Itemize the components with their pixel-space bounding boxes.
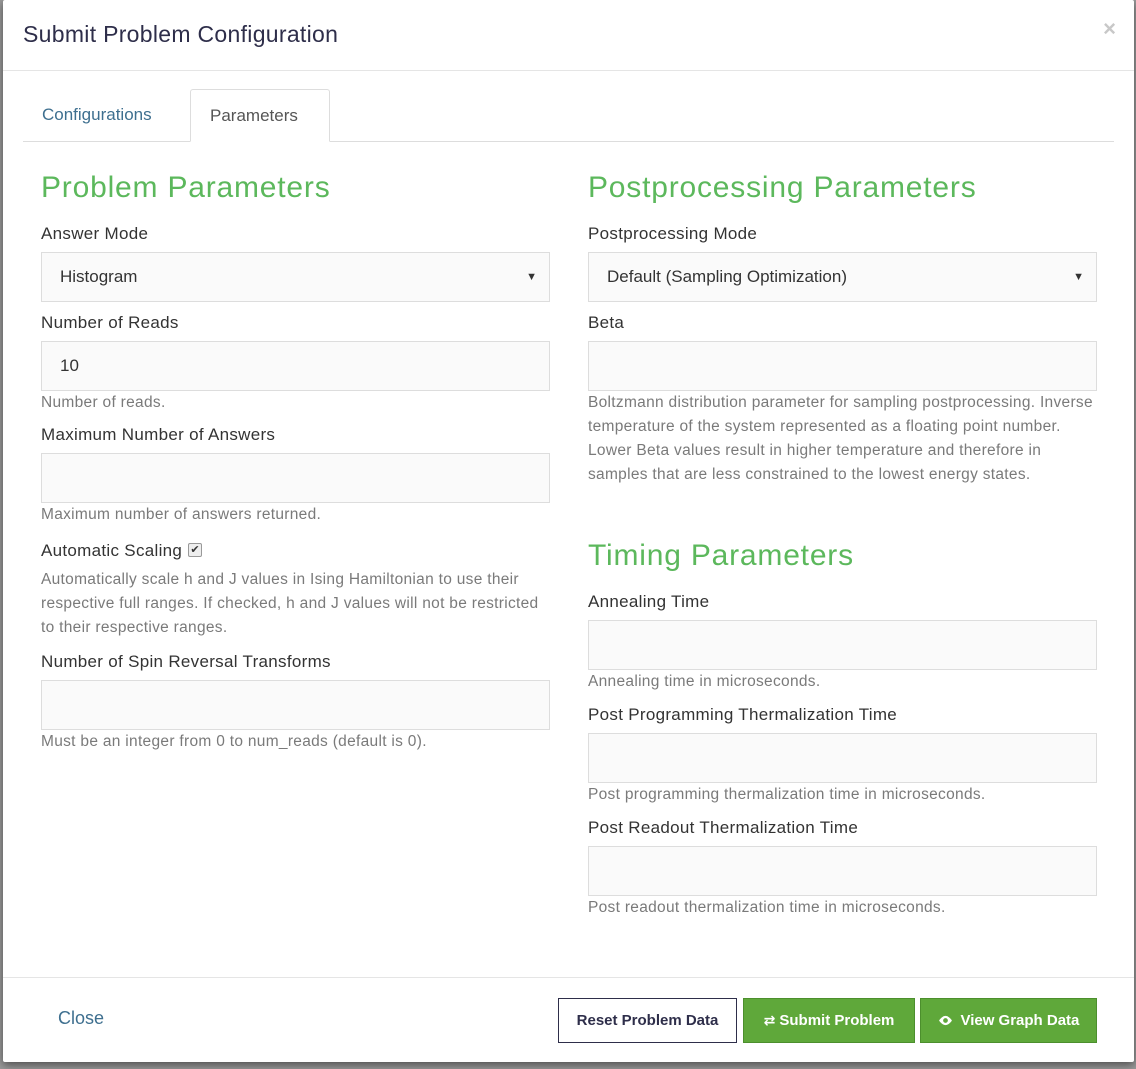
modal-header: Submit Problem Configuration × (3, 0, 1134, 71)
max-answers-label: Maximum Number of Answers (41, 425, 276, 444)
auto-scaling-help: Automatically scale h and J values in Is… (41, 571, 539, 636)
tab-configurations[interactable]: Configurations (23, 89, 171, 141)
max-answers-help: Maximum number of answers returned. (41, 506, 322, 523)
problem-parameters-heading: Problem Parameters (41, 171, 331, 204)
auto-scaling-row: Automatic Scaling ✔ (41, 541, 203, 561)
reset-problem-data-button[interactable]: Reset Problem Data (558, 998, 737, 1043)
post-readout-help: Post readout thermalization time in micr… (588, 899, 946, 916)
spin-reversal-label: Number of Spin Reversal Transforms (41, 652, 331, 671)
beta-help: Boltzmann distribution parameter for sam… (588, 394, 1093, 483)
timing-parameters-heading: Timing Parameters (588, 539, 854, 572)
postprocessing-parameters-heading: Postprocessing Parameters (588, 171, 977, 204)
annealing-time-help: Annealing time in microseconds. (588, 673, 821, 690)
view-graph-data-button[interactable]: View Graph Data (920, 998, 1097, 1043)
spin-reversal-input[interactable] (41, 680, 550, 730)
post-programming-input[interactable] (588, 733, 1097, 783)
post-programming-help: Post programming thermalization time in … (588, 786, 986, 803)
submit-problem-button[interactable]: ⇄ Submit Problem (743, 998, 915, 1043)
annealing-time-input[interactable] (588, 620, 1097, 670)
beta-input[interactable] (588, 341, 1097, 391)
close-link[interactable]: Close (58, 1008, 104, 1029)
num-reads-input[interactable]: 10 (41, 341, 550, 391)
view-graph-data-label: View Graph Data (960, 1012, 1080, 1029)
auto-scaling-label: Automatic Scaling (41, 541, 183, 560)
postprocessing-mode-value: Default (Sampling Optimization) (607, 267, 847, 286)
close-icon[interactable]: × (1103, 16, 1116, 42)
answer-mode-select[interactable]: Histogram ▼ (41, 252, 550, 302)
tab-bar: Configurations Parameters (23, 89, 1114, 142)
max-answers-input[interactable] (41, 453, 550, 503)
tab-parameters[interactable]: Parameters (190, 89, 330, 142)
answer-mode-label: Answer Mode (41, 224, 149, 243)
chevron-down-icon: ▼ (1073, 271, 1084, 283)
postprocessing-mode-label: Postprocessing Mode (588, 224, 758, 243)
postprocessing-mode-select[interactable]: Default (Sampling Optimization) ▼ (588, 252, 1097, 302)
post-readout-label: Post Readout Thermalization Time (588, 818, 859, 837)
modal-title: Submit Problem Configuration (23, 21, 339, 47)
post-readout-input[interactable] (588, 846, 1097, 896)
spin-reversal-help: Must be an integer from 0 to num_reads (… (41, 733, 427, 750)
num-reads-help: Number of reads. (41, 394, 166, 411)
post-programming-label: Post Programming Thermalization Time (588, 705, 898, 724)
eye-icon (938, 1012, 957, 1028)
num-reads-label: Number of Reads (41, 313, 179, 332)
exchange-icon: ⇄ (763, 1012, 776, 1028)
chevron-down-icon: ▼ (526, 271, 537, 283)
auto-scaling-checkbox[interactable]: ✔ (188, 543, 203, 557)
modal-dialog: Submit Problem Configuration × Configura… (3, 0, 1134, 1062)
submit-problem-label: Submit Problem (779, 1012, 895, 1029)
answer-mode-value: Histogram (60, 267, 138, 286)
beta-label: Beta (588, 313, 625, 332)
annealing-time-label: Annealing Time (588, 592, 710, 611)
modal-footer: Close Reset Problem Data ⇄ Submit Problem… (3, 977, 1134, 1063)
